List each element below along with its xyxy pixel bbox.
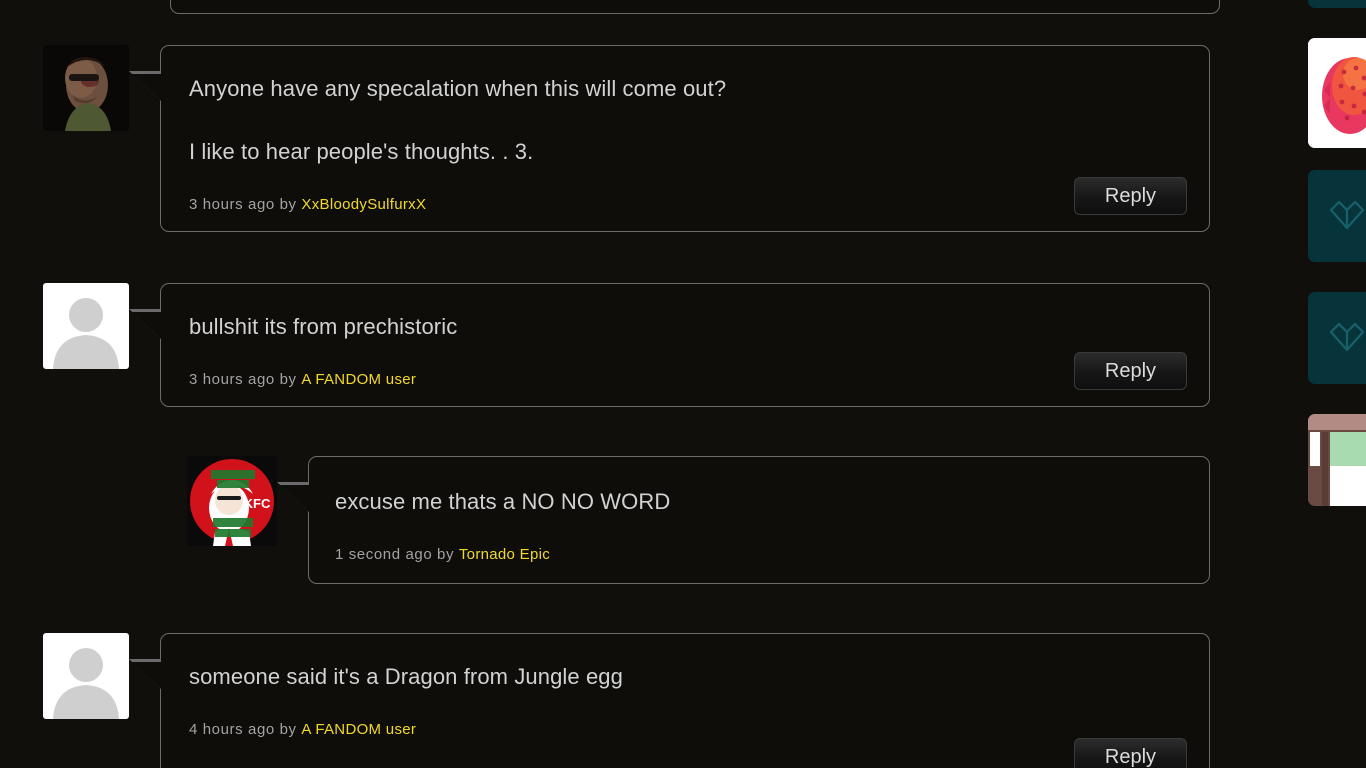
comment-timestamp: 4 hours ago by <box>189 721 297 738</box>
bubble-tail-fill <box>280 485 309 512</box>
red-dragon-egg-thumbnail <box>1308 38 1366 148</box>
comment-text: excuse me thats a NO NO WORD <box>335 489 671 514</box>
comment-bubble: excuse me thats a NO NO WORD 1 second ag… <box>277 456 1210 584</box>
sidebar-card-teal-2[interactable] <box>1308 170 1366 262</box>
comment-meta: 3 hours ago by XxBloodySulfurxX <box>189 196 1179 213</box>
sidebar-card-room[interactable] <box>1308 414 1366 506</box>
comment-timestamp: 1 second ago by <box>335 546 455 563</box>
heart-outline-icon <box>1329 322 1365 352</box>
comment-stream: Reply Anyone have any specalati <box>0 0 1240 768</box>
heart-outline-icon <box>1308 0 1366 8</box>
comment-meta: 1 second ago by Tornado Epic <box>335 546 1179 563</box>
comments-page: Reply Anyone have any specalati <box>0 0 1366 768</box>
comment-item: someone said it's a Dragon from Jungle e… <box>43 633 1210 768</box>
heart-outline-icon <box>1329 200 1365 230</box>
comment-timestamp: 3 hours ago by <box>189 196 297 213</box>
sidebar-card-teal-3[interactable] <box>1308 292 1366 384</box>
comment-author-link[interactable]: Tornado Epic <box>459 546 550 563</box>
comment-meta: 4 hours ago by A FANDOM user <box>189 721 1179 738</box>
sidebar-card-egg[interactable] <box>1308 38 1366 148</box>
default-user-avatar[interactable] <box>43 283 129 369</box>
kfc-logo-avatar[interactable]: KFC <box>187 456 277 546</box>
comment-bubble: Anyone have any specalation when this wi… <box>129 45 1210 232</box>
brown-room-thumbnail <box>1308 414 1366 506</box>
comment-meta: 3 hours ago by A FANDOM user <box>189 371 1179 388</box>
default-user-avatar[interactable] <box>43 633 129 719</box>
photo-sunglasses-avatar[interactable] <box>43 45 129 131</box>
comment-text: Anyone have any specalation when this wi… <box>189 76 727 101</box>
comment-author-link[interactable]: XxBloodySulfurxX <box>301 196 426 213</box>
comment-author-link[interactable]: A FANDOM user <box>301 721 416 738</box>
comment-bubble: bullshit its from prechistoric 3 hours a… <box>129 283 1210 407</box>
comment-bubble: someone said it's a Dragon from Jungle e… <box>129 633 1210 768</box>
comment-text: bullshit its from prechistoric <box>189 314 458 339</box>
comment-item: bullshit its from prechistoric 3 hours a… <box>43 283 1210 407</box>
reply-button[interactable]: Reply <box>1074 738 1187 768</box>
reply-button[interactable]: Reply <box>1074 352 1187 390</box>
bubble-tail-fill <box>132 74 161 101</box>
comment-text: I like to hear people's thoughts. . 3. <box>189 139 534 164</box>
comment-clipped-top: Reply <box>170 0 1220 14</box>
sidebar-card-teal-top[interactable] <box>1308 0 1366 8</box>
comment-timestamp: 3 hours ago by <box>189 371 297 388</box>
comment-text: someone said it's a Dragon from Jungle e… <box>189 664 623 689</box>
comment-item-nested: KFC excuse me thats a NO NO WORD 1 secon… <box>187 456 1210 584</box>
right-sidebar <box>1300 0 1366 768</box>
bubble-tail-fill <box>132 662 161 689</box>
reply-button[interactable]: Reply <box>1074 177 1187 215</box>
svg-text:KFC: KFC <box>244 496 271 511</box>
comment-author-link[interactable]: A FANDOM user <box>301 371 416 388</box>
bubble-tail-fill <box>132 312 161 339</box>
comment-item: Anyone have any specalation when this wi… <box>43 45 1210 232</box>
